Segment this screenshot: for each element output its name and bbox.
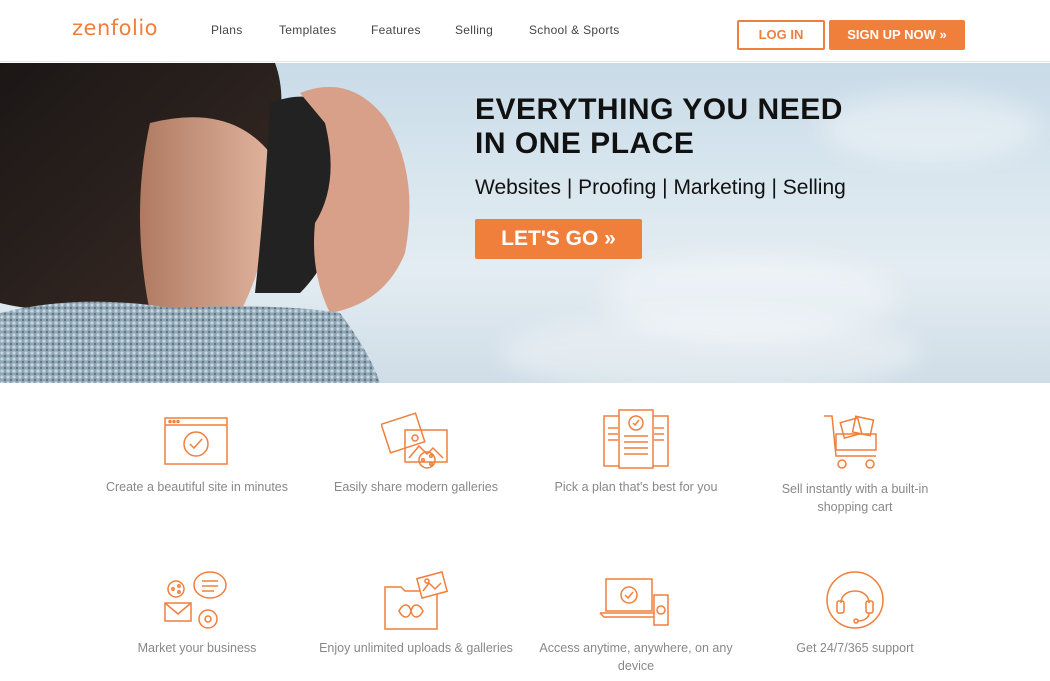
feature-any-device: Access anytime, anywhere, on any device xyxy=(536,569,736,675)
feature-caption: Easily share modern galleries xyxy=(334,480,498,494)
feature-caption: Get 24/7/365 support xyxy=(796,641,914,655)
feature-caption: Enjoy unlimited uploads & galleries xyxy=(319,641,513,655)
login-button[interactable]: LOG IN xyxy=(737,20,825,50)
feature-caption: Pick a plan that's best for you xyxy=(554,480,718,494)
feature-unlimited-uploads: Enjoy unlimited uploads & galleries xyxy=(316,569,516,657)
hero-headline-line2: IN ONE PLACE xyxy=(475,127,695,160)
nav-school-sports[interactable]: School & Sports xyxy=(529,23,620,37)
nav-plans[interactable]: Plans xyxy=(211,23,243,37)
hero-banner: EVERYTHING YOU NEED IN ONE PLACE Website… xyxy=(0,63,1050,383)
feature-create-site: Create a beautiful site in minutes xyxy=(97,410,297,496)
feature-caption: Access anytime, anywhere, on any device xyxy=(539,641,733,673)
signup-button[interactable]: SIGN UP NOW » xyxy=(829,20,965,50)
feature-pick-plan: Pick a plan that's best for you xyxy=(536,408,736,496)
marketing-icon xyxy=(164,571,227,629)
hero-subline: Websites | Proofing | Marketing | Sellin… xyxy=(475,176,846,199)
nav-selling[interactable]: Selling xyxy=(455,23,493,37)
feature-caption: Market your business xyxy=(137,641,257,655)
feature-caption: Sell instantly with a built-in shopping … xyxy=(781,482,929,514)
nav-features[interactable]: Features xyxy=(371,23,421,37)
photo-share-icon xyxy=(381,412,448,469)
lets-go-button[interactable]: LET'S GO » xyxy=(475,219,642,259)
feature-shopping-cart: Sell instantly with a built-in shopping … xyxy=(755,410,955,516)
shopping-cart-icon xyxy=(824,415,877,469)
folder-infinity-icon xyxy=(384,571,449,630)
feature-share-galleries: Easily share modern galleries xyxy=(316,410,516,496)
photographer-image xyxy=(0,63,410,383)
plan-documents-icon xyxy=(603,409,669,469)
feature-support: Get 24/7/365 support xyxy=(755,569,955,657)
nav-templates[interactable]: Templates xyxy=(279,23,336,37)
zenfolio-logo[interactable]: zenfolio xyxy=(72,16,158,40)
hero-headline: EVERYTHING YOU NEED IN ONE PLACE xyxy=(475,93,995,161)
headset-support-icon xyxy=(826,571,884,629)
site-header: zenfolio Plans Templates Features Sellin… xyxy=(0,0,1050,62)
hero-headline-line1: EVERYTHING YOU NEED xyxy=(475,93,843,126)
feature-caption: Create a beautiful site in minutes xyxy=(105,480,289,494)
devices-icon xyxy=(599,578,669,626)
feature-market-business: Market your business xyxy=(97,569,297,657)
browser-check-icon xyxy=(164,417,228,465)
